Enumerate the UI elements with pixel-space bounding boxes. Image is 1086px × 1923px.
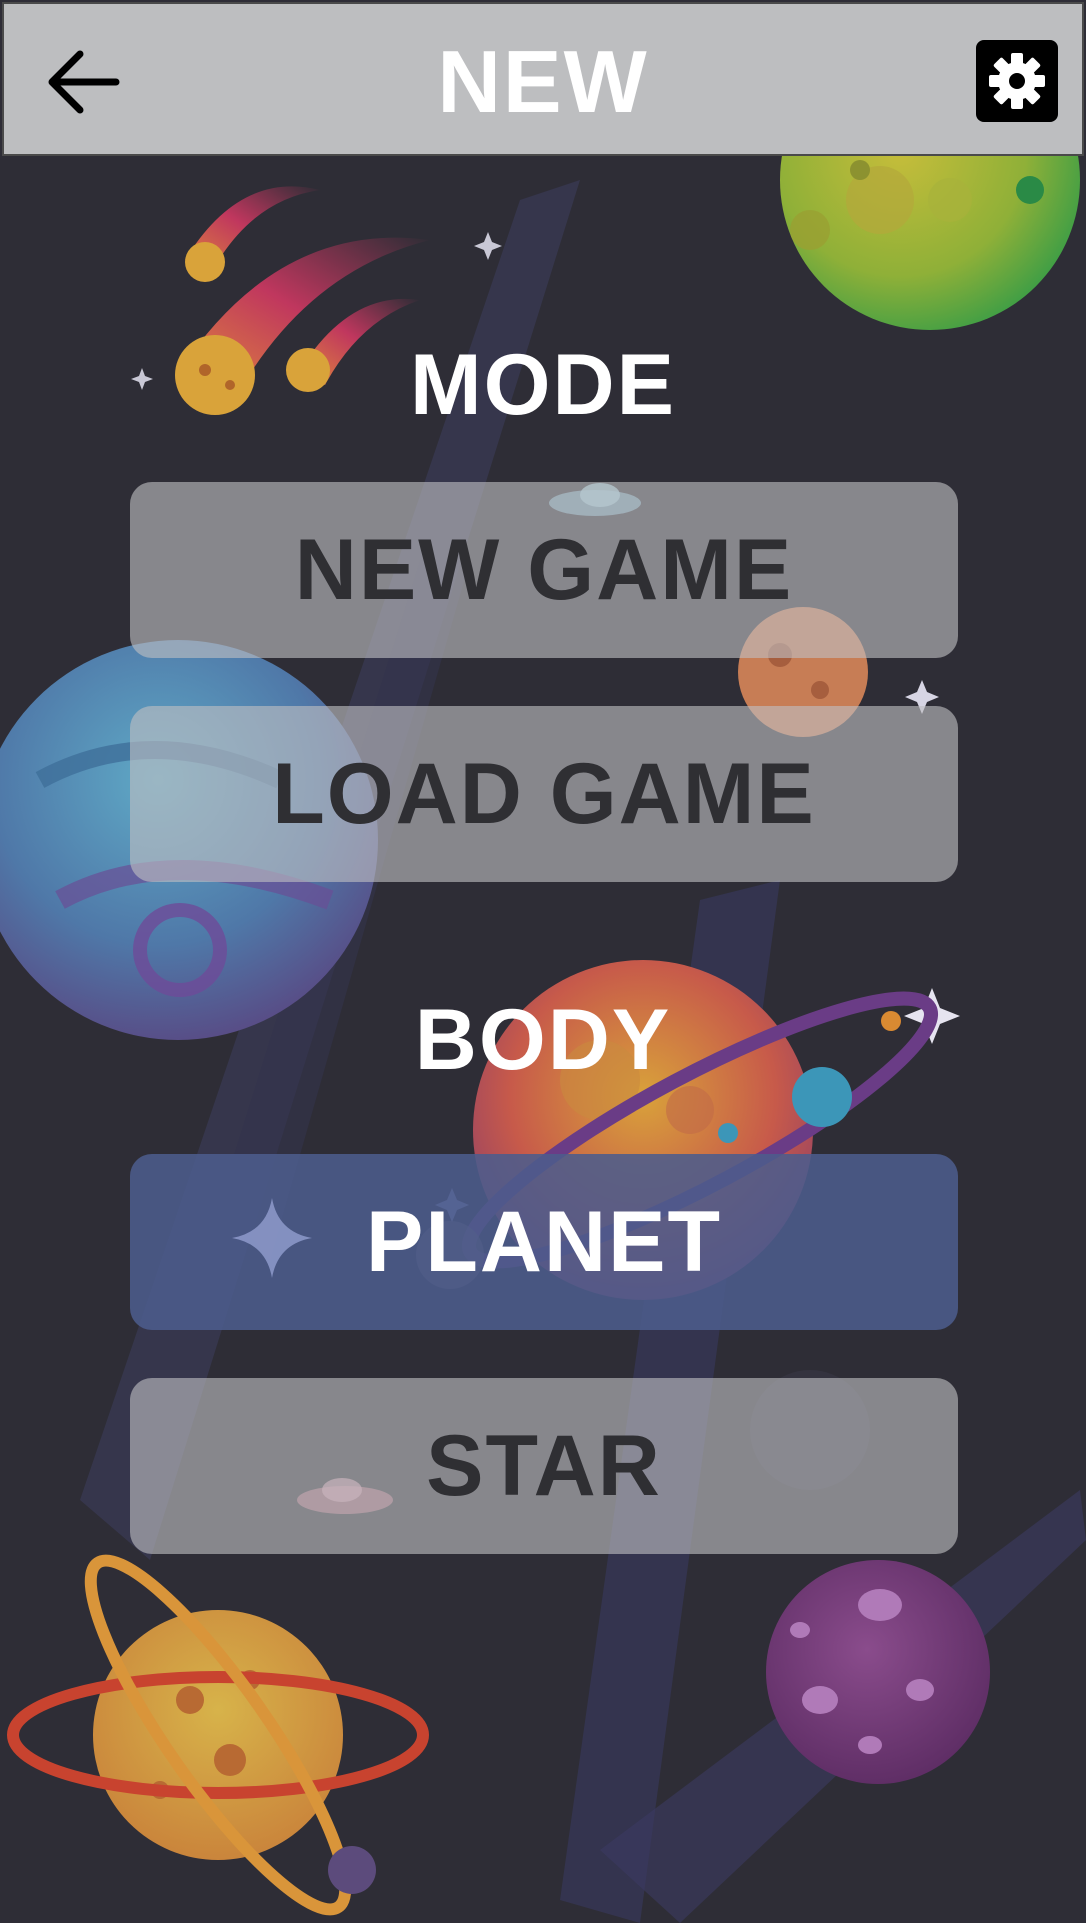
screen: NEW MODE NEW GAME LOAD GAME BODY PLANET … bbox=[0, 0, 1086, 1923]
space-background bbox=[0, 30, 1086, 1923]
settings-button[interactable] bbox=[976, 40, 1058, 122]
load-game-button[interactable]: LOAD GAME bbox=[130, 706, 958, 882]
page-title: NEW bbox=[437, 32, 649, 131]
new-game-button[interactable]: NEW GAME bbox=[130, 482, 958, 658]
header-bar: NEW bbox=[2, 2, 1084, 156]
planet-button-label: PLANET bbox=[366, 1193, 722, 1290]
mode-section-label: MODE bbox=[410, 337, 676, 433]
star-button[interactable]: STAR bbox=[130, 1378, 958, 1554]
planet-button[interactable]: PLANET bbox=[130, 1154, 958, 1330]
gear-icon bbox=[989, 53, 1045, 109]
body-section-label: BODY bbox=[414, 992, 672, 1088]
sparkle-icon bbox=[232, 1198, 312, 1278]
